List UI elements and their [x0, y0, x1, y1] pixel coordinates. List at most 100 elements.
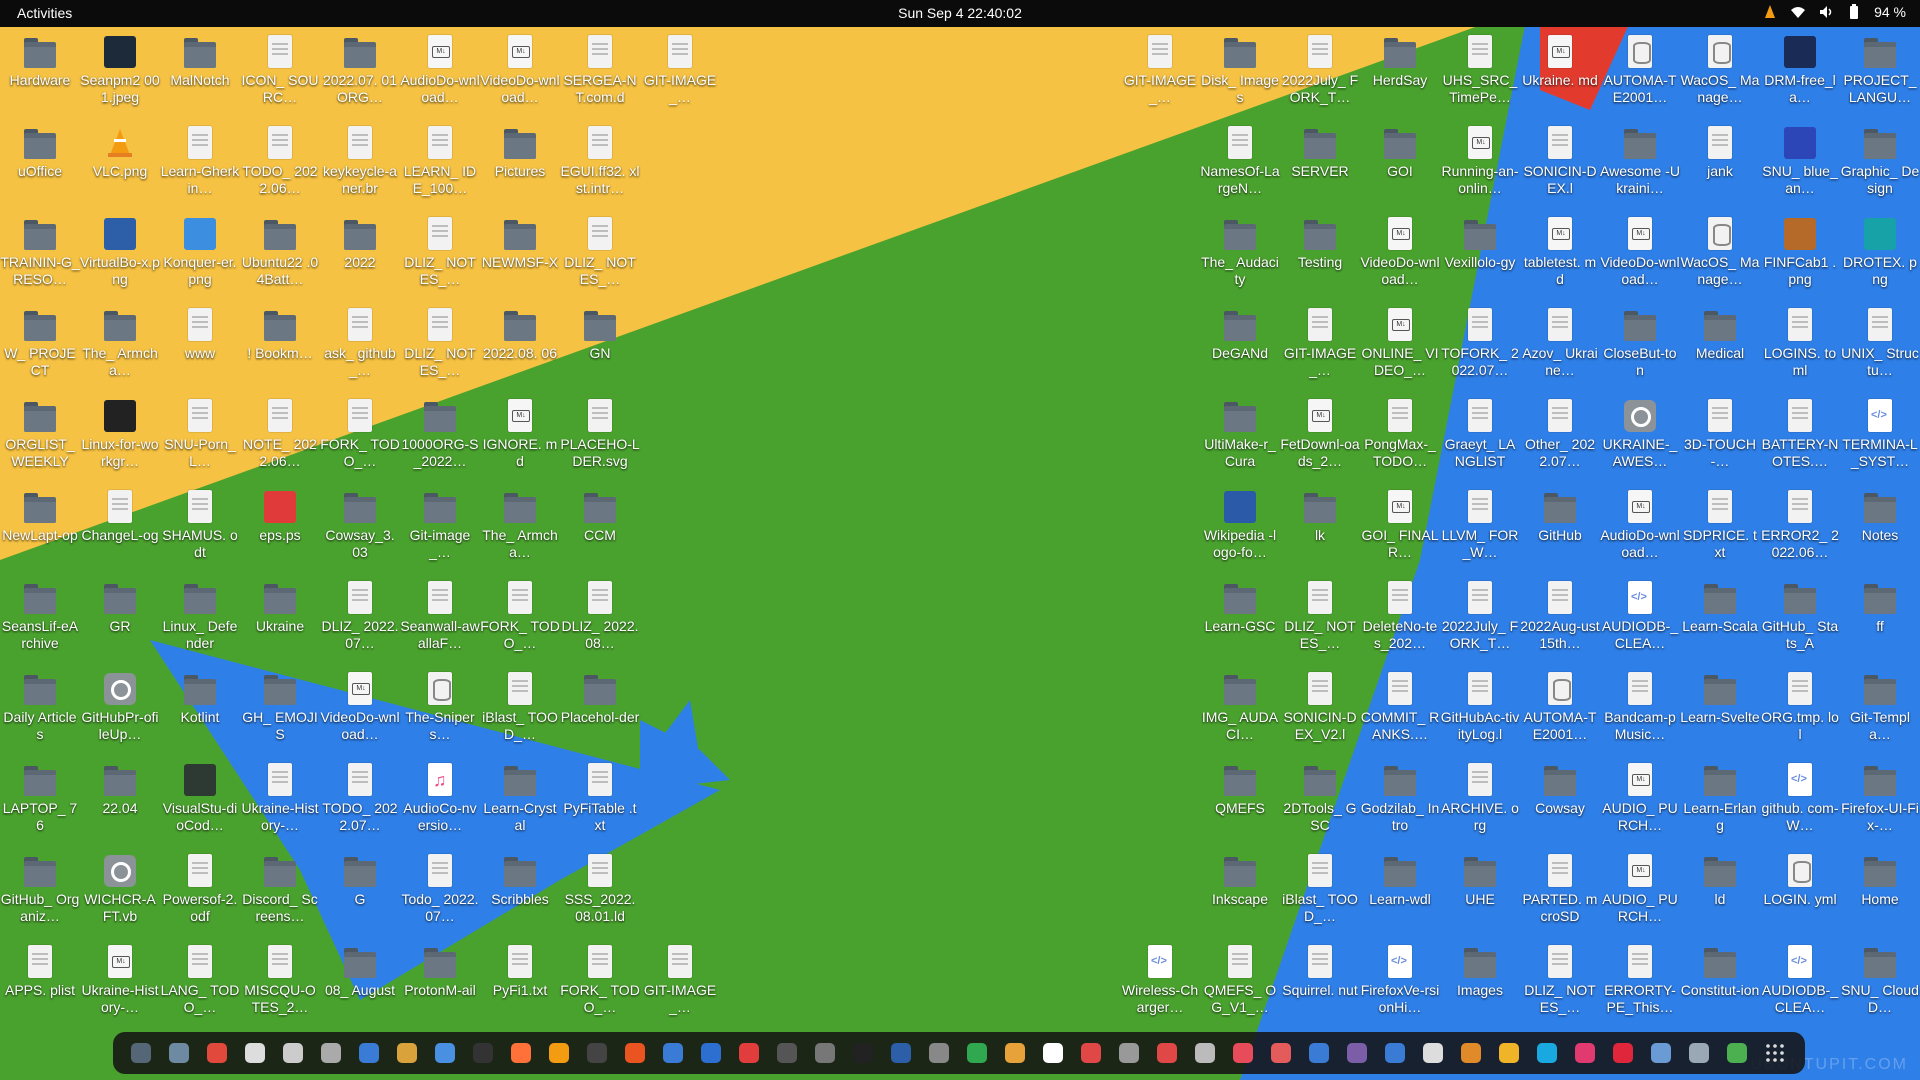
desktop-icon[interactable]: SERVER	[1280, 119, 1360, 205]
desktop-icon[interactable]: M↓ AudioDo-wnload…	[400, 28, 480, 114]
drawing-icon[interactable]	[1037, 1037, 1069, 1069]
files-alt-icon[interactable]	[1683, 1037, 1715, 1069]
desktop-icon[interactable]: Disk_ Images	[1200, 28, 1280, 114]
desktop-icon[interactable]: 08_ August	[320, 938, 400, 1024]
desktop-icon[interactable]: GitHubPr-ofileUp…	[80, 665, 160, 751]
desktop-icon[interactable]: SeansLif-eArchive	[0, 574, 80, 660]
desktop-icon[interactable]: IMG_ AUDACI…	[1200, 665, 1280, 751]
desktop-icon[interactable]: DeleteNo-tes_202…	[1360, 574, 1440, 660]
desktop-icon[interactable]: </> Wireless-Charger…	[1120, 938, 1200, 1024]
virtualbox-icon[interactable]	[885, 1037, 917, 1069]
chat-icon[interactable]	[1493, 1037, 1525, 1069]
desktop-icon[interactable]: Konquer-er.png	[160, 210, 240, 296]
desktop-icon[interactable]: GitHub_ Stats_A	[1760, 574, 1840, 660]
desktop-icon[interactable]: M↓ tabletest. md	[1520, 210, 1600, 296]
desktop-icon[interactable]: </> AUDIODB-_CLEA…	[1760, 938, 1840, 1024]
desktop-icon[interactable]: SONICIN-DEX_V2.l	[1280, 665, 1360, 751]
desktop-icon[interactable]: M↓ VideoDo-wnload…	[1600, 210, 1680, 296]
terminal-icon[interactable]	[467, 1037, 499, 1069]
desktop-icon[interactable]: TODO_ 2022.07…	[320, 756, 400, 842]
show-apps-icon[interactable]	[1759, 1037, 1791, 1069]
camera-icon[interactable]	[923, 1037, 955, 1069]
document-icon[interactable]	[353, 1037, 385, 1069]
desktop-icon[interactable]: GH_ EMOJIS	[240, 665, 320, 751]
desktop-icon[interactable]: Learn-Scala	[1680, 574, 1760, 660]
desktop-icon[interactable]: Godzilab_ Intro	[1360, 756, 1440, 842]
desktop-icon[interactable]: UltiMake-r_Cura	[1200, 392, 1280, 478]
desktop-icon[interactable]: </> github. com-W…	[1760, 756, 1840, 842]
app-menu-icon[interactable]	[125, 1037, 157, 1069]
desktop-icon[interactable]: uOffice	[0, 119, 80, 205]
desktop-icon[interactable]: ChangeL-og	[80, 483, 160, 569]
desktop-icon[interactable]: SONICIN-DEX.l	[1520, 119, 1600, 205]
desktop-icon[interactable]: The-Snipers…	[400, 665, 480, 751]
calendar-icon[interactable]	[657, 1037, 689, 1069]
desktop-icon[interactable]: SSS_2022. 08.01.ld	[560, 847, 640, 933]
system-monitor-icon[interactable]	[733, 1037, 765, 1069]
desktop-icon[interactable]: ! Bookm…	[240, 301, 320, 387]
desktop-icon[interactable]: Learn-Svelte	[1680, 665, 1760, 751]
music-icon[interactable]	[1569, 1037, 1601, 1069]
cloud-icon[interactable]	[1531, 1037, 1563, 1069]
desktop-icon[interactable]: VirtualBo-x.png	[80, 210, 160, 296]
desktop-icon[interactable]: UNIX_ Structu…	[1840, 301, 1920, 387]
flag-icon[interactable]	[1151, 1037, 1183, 1069]
desktop-icon[interactable]: 2022Aug-ust15th…	[1520, 574, 1600, 660]
screenshot-icon[interactable]	[315, 1037, 347, 1069]
desktop-icon[interactable]: Testing	[1280, 210, 1360, 296]
desktop-icon[interactable]: 2022July_ FORK_T…	[1280, 28, 1360, 114]
firefox-icon[interactable]	[505, 1037, 537, 1069]
desktop-icon[interactable]: CloseBut-ton	[1600, 301, 1680, 387]
desktop-icon[interactable]: Cowsay_3. 03	[320, 483, 400, 569]
desktop-icon[interactable]: iBlast_ TOOD_…	[1280, 847, 1360, 933]
desktop-icon[interactable]: DeGANd	[1200, 301, 1280, 387]
desktop-icon[interactable]: W_ PROJECT	[0, 301, 80, 387]
font-icon[interactable]	[1189, 1037, 1221, 1069]
desktop-icon[interactable]: Learn-wdl	[1360, 847, 1440, 933]
desktop-icon[interactable]: Linux-for-workgr…	[80, 392, 160, 478]
desktop-icon[interactable]: Learn-GSC	[1200, 574, 1280, 660]
desktop-icon[interactable]: FORK_ TODO_…	[320, 392, 400, 478]
trash-icon[interactable]	[1721, 1037, 1753, 1069]
desktop-icon[interactable]: Git-image_…	[400, 483, 480, 569]
desktop-icon[interactable]: Cowsay	[1520, 756, 1600, 842]
spreadsheet-icon[interactable]	[961, 1037, 993, 1069]
desktop-icon[interactable]: WacOS_ Manage…	[1680, 28, 1760, 114]
desktop-icon[interactable]: Wikipedia -logo-fo…	[1200, 483, 1280, 569]
vscode-icon[interactable]	[1379, 1037, 1411, 1069]
desktop-icon[interactable]: Seanwall-awallaF…	[400, 574, 480, 660]
desktop-icon[interactable]: QMEFS_ OG_V1_…	[1200, 938, 1280, 1024]
desktop-icon[interactable]: </> FirefoxVe-rsionHi…	[1360, 938, 1440, 1024]
desktop-icon[interactable]: www	[160, 301, 240, 387]
desktop-icon[interactable]: LEARN_ IDE_100…	[400, 119, 480, 205]
wifi-icon[interactable]	[1790, 4, 1806, 20]
desktop-icon[interactable]: DLIZ_ NOTES_…	[400, 210, 480, 296]
desktop-icon[interactable]: FORK_ TODO_…	[480, 574, 560, 660]
settings-icon[interactable]	[1303, 1037, 1335, 1069]
desktop-icon[interactable]: GN	[560, 301, 640, 387]
desktop-icon[interactable]: LOGINS. toml	[1760, 301, 1840, 387]
desktop-icon[interactable]: 22.04	[80, 756, 160, 842]
desktop-icon[interactable]: jank	[1680, 119, 1760, 205]
desktop-icon[interactable]: LANG_ TODO_…	[160, 938, 240, 1024]
desktop-icon[interactable]: Learn-Crystal	[480, 756, 560, 842]
system-tray[interactable]: 94 %	[1762, 4, 1906, 20]
desktop-icon[interactable]: Placehol-der	[560, 665, 640, 751]
desktop-icon[interactable]: Graphic_ Design	[1840, 119, 1920, 205]
software-icon[interactable]	[619, 1037, 651, 1069]
desktop-icon[interactable]: The_ Armcha…	[80, 301, 160, 387]
desktop-icon[interactable]: SNU_ blue_an…	[1760, 119, 1840, 205]
desktop-icon[interactable]: M↓ VideoDo-wnload…	[480, 28, 560, 114]
inkscape-icon[interactable]	[847, 1037, 879, 1069]
desktop-icon[interactable]: Learn-Erlang	[1680, 756, 1760, 842]
desktop-icon[interactable]: SHAMUS. odt	[160, 483, 240, 569]
desktop-icon[interactable]: LLVM_ FOR_W…	[1440, 483, 1520, 569]
desktop-icon[interactable]: DLIZ_ NOTES_…	[560, 210, 640, 296]
help-icon[interactable]	[695, 1037, 727, 1069]
pdf-icon[interactable]	[1075, 1037, 1107, 1069]
desktop-icon[interactable]: GitHubAc-tivityLog.l	[1440, 665, 1520, 751]
desktop-icon[interactable]: M↓ ONLINE_ VIDEO_…	[1360, 301, 1440, 387]
desktop-icon[interactable]: ICON_ SOURC…	[240, 28, 320, 114]
desktop-icon[interactable]: Vexillolo-gy	[1440, 210, 1520, 296]
desktop-icon[interactable]: </> TERMINA-L_SYST…	[1840, 392, 1920, 478]
